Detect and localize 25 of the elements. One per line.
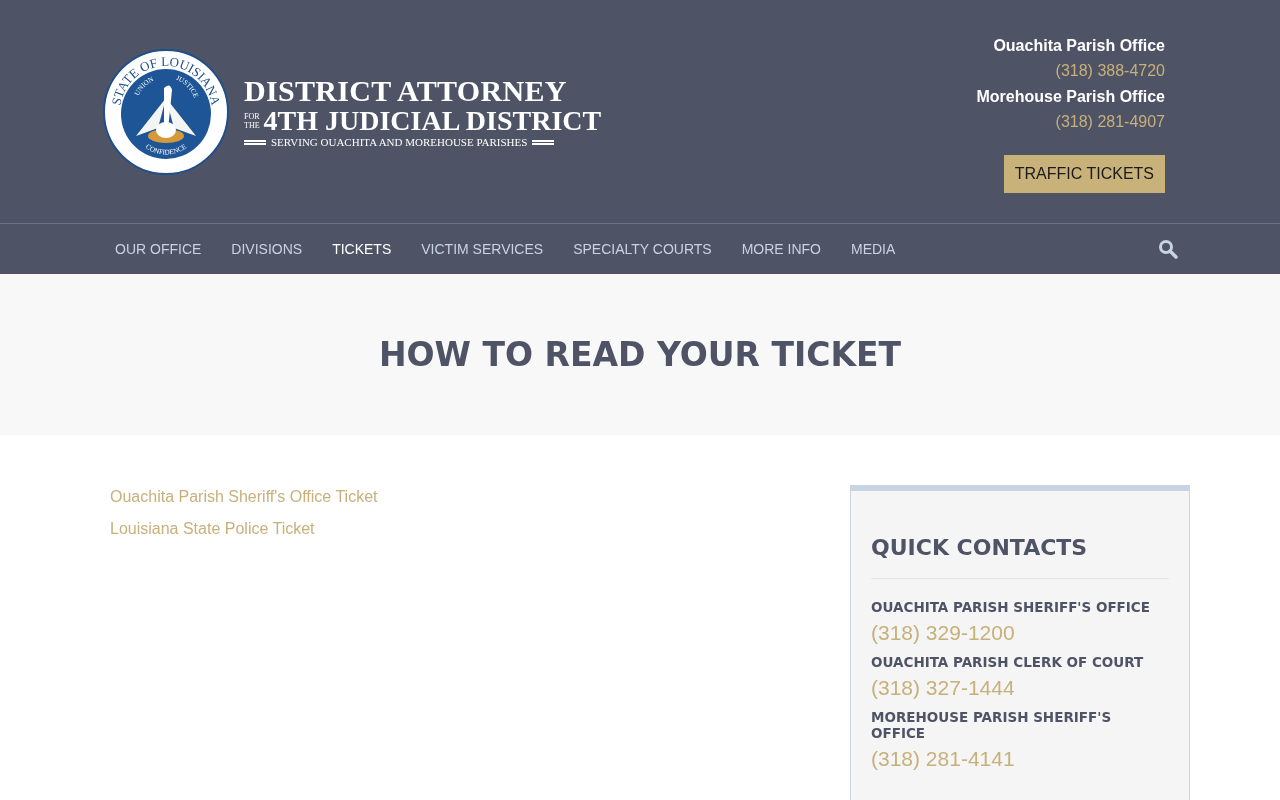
panel-title: QUICK CONTACTS: [871, 535, 1169, 579]
logo-subtitle: 4TH JUDICIAL DISTRICT: [263, 106, 602, 136]
nav-link[interactable]: TICKETS: [317, 241, 407, 257]
logo-tagline: SERVING OUACHITA AND MOREHOUSE PARISHES: [271, 136, 528, 148]
search-icon[interactable]: [1158, 239, 1178, 259]
office-phone[interactable]: (318) 281-4907: [1055, 109, 1165, 135]
nav-link[interactable]: MEDIA: [836, 241, 911, 257]
contact-name: OUACHITA PARISH SHERIFF'S OFFICE: [871, 599, 1151, 615]
page-title: HOW TO READ YOUR TICKET: [378, 335, 902, 374]
logo-title: DISTRICT ATTORNEY: [244, 76, 568, 106]
office-name: Ouachita Parish Office: [993, 36, 1165, 56]
double-rule-icon: [244, 139, 266, 145]
nav-link[interactable]: MORE INFO: [726, 241, 836, 257]
nav-link[interactable]: DIVISIONS: [216, 241, 318, 257]
nav-link[interactable]: SPECIALTY COURTS: [558, 241, 727, 257]
nav-link[interactable]: OUR OFFICE: [100, 241, 217, 257]
double-rule-icon: [532, 139, 555, 145]
logo-the: THE: [244, 121, 260, 130]
office-phone[interactable]: (318) 388-4720: [1055, 58, 1165, 84]
nav-link[interactable]: VICTIM SERVICES: [406, 241, 559, 257]
contact-name: OUACHITA PARISH CLERK OF COURT: [871, 654, 1145, 670]
traffic-tickets-button[interactable]: TRAFFIC TICKETS: [1003, 155, 1165, 193]
contact-name: MOREHOUSE PARISH SHERIFF'S OFFICE: [871, 709, 1113, 741]
logo-for: FOR: [244, 112, 260, 121]
office-name: Morehouse Parish Office: [976, 87, 1165, 107]
